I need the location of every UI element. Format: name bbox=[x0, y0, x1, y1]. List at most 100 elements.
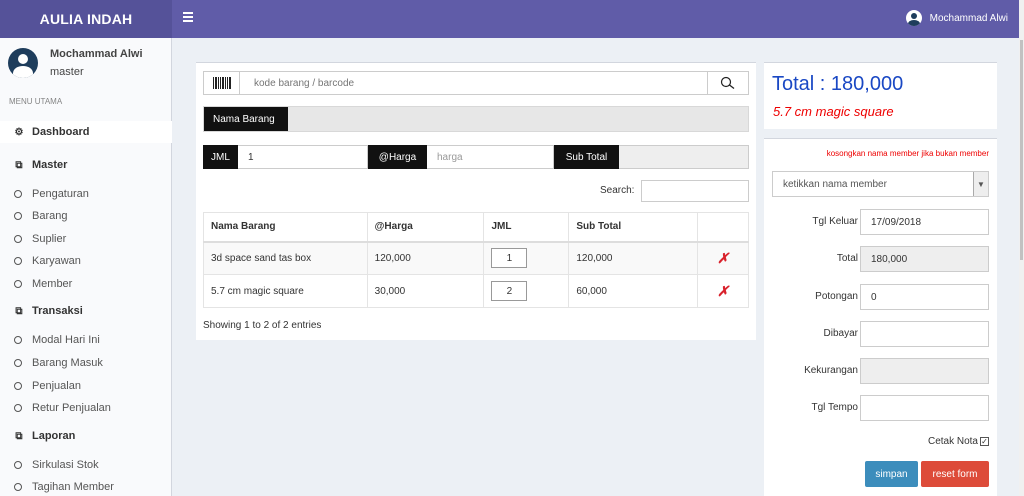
save-button[interactable]: simpan bbox=[865, 461, 918, 487]
field-dibayar: Dibayar bbox=[764, 321, 997, 347]
col-nama-barang[interactable]: Nama Barang bbox=[203, 212, 368, 243]
cell-jml: 2 bbox=[483, 274, 570, 308]
dibayar-input[interactable] bbox=[860, 321, 989, 347]
circle-icon bbox=[14, 404, 22, 412]
table-search-input[interactable] bbox=[641, 180, 749, 202]
sidebar-section-label: Laporan bbox=[32, 430, 76, 442]
member-select-value: ketikkan nama member bbox=[783, 178, 887, 190]
sidebar-item-sirkulasi-stok[interactable]: Sirkulasi Stok bbox=[0, 454, 172, 476]
total-panel: Total : 180,000 5.7 cm magic square bbox=[764, 62, 997, 129]
sidebar-item-dashboard[interactable]: ⚙ Dashboard bbox=[0, 121, 172, 143]
cell-action: ✗ bbox=[697, 241, 749, 275]
table-info: Showing 1 to 2 of 2 entries bbox=[203, 320, 322, 331]
circle-icon bbox=[14, 235, 22, 243]
reset-form-button[interactable]: reset form bbox=[921, 461, 989, 487]
scrollbar-thumb[interactable] bbox=[1020, 40, 1023, 260]
sidebar-item-suplier[interactable]: Suplier bbox=[0, 228, 172, 250]
circle-icon bbox=[14, 257, 22, 265]
jml-input[interactable]: 1 bbox=[238, 145, 368, 169]
circle-icon bbox=[14, 212, 22, 220]
sidebar-item-label: Penjualan bbox=[32, 380, 81, 392]
sidebar-item-member[interactable]: Member bbox=[0, 273, 172, 295]
menu-header: MENU UTAMA bbox=[9, 97, 63, 106]
cetak-nota-label: Cetak Nota bbox=[927, 436, 978, 447]
sidebar-item-retur-penjualan[interactable]: Retur Penjualan bbox=[0, 397, 172, 419]
search-button[interactable] bbox=[707, 72, 748, 94]
cell-harga: 30,000 bbox=[366, 274, 485, 308]
brand-logo[interactable]: AULIA INDAH bbox=[0, 0, 172, 38]
cart-panel: Nama Barang JML 1 @Harga harga Sub Total… bbox=[196, 62, 756, 340]
sidebar-item-label: Dashboard bbox=[32, 126, 90, 138]
jml-label: JML bbox=[203, 145, 238, 169]
search-icon bbox=[720, 76, 735, 90]
delete-icon[interactable]: ✗ bbox=[717, 250, 729, 266]
sidebar-section-master[interactable]: ⧉ Master bbox=[0, 154, 172, 176]
cell-subtotal: 60,000 bbox=[568, 274, 699, 308]
sidebar-item-label: Sirkulasi Stok bbox=[32, 459, 99, 471]
barcode-icon bbox=[204, 72, 240, 94]
copy-icon: ⧉ bbox=[15, 305, 23, 317]
sidebar-section-transaksi[interactable]: ⧉ Transaksi bbox=[0, 300, 172, 322]
dashboard-icon: ⚙ bbox=[14, 126, 24, 138]
table-header-row: Nama Barang @Harga JML Sub Total bbox=[203, 212, 749, 243]
sidebar-item-penjualan[interactable]: Penjualan bbox=[0, 375, 172, 397]
field-label: Dibayar bbox=[823, 328, 858, 339]
field-label: Tgl Keluar bbox=[812, 216, 858, 227]
table-search-label: Search: bbox=[600, 185, 635, 196]
field-kekurangan: Kekurangan bbox=[764, 358, 997, 384]
col-jml[interactable]: JML bbox=[483, 212, 570, 243]
cell-action: ✗ bbox=[697, 274, 749, 308]
field-total: Total 180,000 bbox=[764, 246, 997, 272]
sidebar-section-label: Transaksi bbox=[32, 305, 83, 317]
field-tgl-keluar: Tgl Keluar 17/09/2018 bbox=[764, 209, 997, 235]
cetak-nota-checkbox[interactable]: Cetak Nota ✓ bbox=[928, 436, 989, 447]
subtotal-field bbox=[619, 145, 749, 169]
sidebar-item-barang-masuk[interactable]: Barang Masuk bbox=[0, 352, 172, 374]
avatar bbox=[8, 48, 38, 78]
potongan-input[interactable]: 0 bbox=[860, 284, 989, 310]
field-tgl-tempo: Tgl Tempo bbox=[764, 395, 997, 421]
circle-icon bbox=[14, 382, 22, 390]
circle-icon bbox=[14, 461, 22, 469]
grand-total: Total : 180,000 bbox=[772, 73, 904, 95]
table-row: 3d space sand tas box 120,000 1 120,000 … bbox=[203, 241, 749, 275]
tgl-tempo-input[interactable] bbox=[860, 395, 989, 421]
sidebar-item-karyawan[interactable]: Karyawan bbox=[0, 250, 172, 272]
checkmark-icon[interactable]: ✓ bbox=[980, 437, 989, 446]
copy-icon: ⧉ bbox=[15, 159, 23, 171]
cell-jml: 1 bbox=[483, 241, 570, 275]
col-action bbox=[697, 212, 749, 243]
page-scrollbar[interactable] bbox=[1019, 0, 1024, 496]
subtotal-label: Sub Total bbox=[554, 145, 619, 169]
col-harga[interactable]: @Harga bbox=[366, 212, 485, 243]
cell-subtotal: 120,000 bbox=[568, 241, 699, 275]
sidebar-section-laporan[interactable]: ⧉ Laporan bbox=[0, 425, 172, 447]
barcode-input[interactable] bbox=[240, 72, 707, 94]
nama-barang-display: Nama Barang bbox=[203, 106, 749, 132]
sidebar-item-label: Pengaturan bbox=[32, 188, 89, 200]
col-subtotal[interactable]: Sub Total bbox=[568, 212, 699, 243]
sidebar-item-label: Suplier bbox=[32, 233, 67, 245]
sidebar-section-label: Master bbox=[32, 159, 68, 171]
sidebar-item-modal-hari-ini[interactable]: Modal Hari Ini bbox=[0, 329, 172, 351]
member-select[interactable]: ketikkan nama member ▼ bbox=[772, 171, 989, 197]
cart-table: Nama Barang @Harga JML Sub Total 3d spac… bbox=[203, 212, 749, 308]
sidebar-item-pengaturan[interactable]: Pengaturan bbox=[0, 183, 172, 205]
qty-input[interactable]: 1 bbox=[491, 248, 528, 269]
delete-icon[interactable]: ✗ bbox=[717, 283, 729, 299]
tgl-keluar-input[interactable]: 17/09/2018 bbox=[860, 209, 989, 235]
field-label: Kekurangan bbox=[804, 365, 858, 376]
hamburger-icon[interactable] bbox=[183, 12, 193, 26]
circle-icon bbox=[14, 190, 22, 198]
qty-input[interactable]: 2 bbox=[491, 281, 528, 301]
user-menu[interactable]: Mochammad Alwi bbox=[905, 10, 1008, 26]
field-potongan: Potongan 0 bbox=[764, 284, 997, 310]
harga-input[interactable]: harga bbox=[427, 145, 554, 169]
circle-icon bbox=[14, 483, 22, 491]
sidebar-item-barang[interactable]: Barang bbox=[0, 205, 172, 227]
circle-icon bbox=[14, 280, 22, 288]
user-name: Mochammad Alwi bbox=[50, 48, 143, 60]
sidebar-item-tagihan-member[interactable]: Tagihan Member bbox=[0, 476, 172, 496]
header-user-name: Mochammad Alwi bbox=[929, 12, 1008, 24]
sidebar-item-label: Retur Penjualan bbox=[32, 402, 111, 414]
